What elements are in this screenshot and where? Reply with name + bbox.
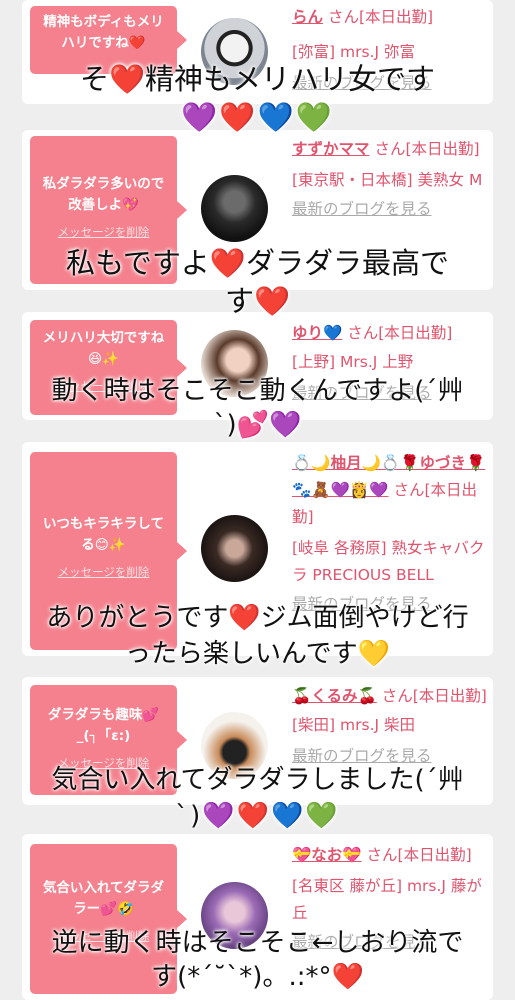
reply-caption: ありがとうです❤️ジム面倒やけど行 ったら楽しいんです💛 bbox=[0, 600, 515, 672]
shop-location: [岐阜 各務原] 熟女キャバクラ PRECIOUS BELL bbox=[292, 539, 485, 584]
message-text: メリハリ大切ですね😆✨ bbox=[42, 330, 165, 367]
message-text: 私ダラダラ多いので改善しよ💖 bbox=[42, 176, 165, 213]
reply-caption-line: 動く時はそこそこ動くんですよ(´艸 bbox=[51, 376, 464, 406]
reply-caption-line: 気合い入れてダラダラしました(´艸 bbox=[51, 765, 464, 795]
reply-caption-line: す(*´˘`*)。.:*°❤️ bbox=[151, 962, 364, 992]
shop-location: [東京駅・日本橋] 美熟女 M bbox=[292, 171, 483, 189]
reply-caption-line: `)💕💜 bbox=[213, 410, 302, 440]
reply-caption-line: ありがとうです❤️ジム面倒やけど行 bbox=[46, 603, 469, 633]
shop-location: [名東区 藤が丘] mrs.J 藤が丘 bbox=[292, 877, 482, 922]
reply-caption-line: 逆に動く時はそこそこ←しおり流で bbox=[51, 928, 464, 958]
user-info: 💍🌙柚月🌙💍🌹ゆづき🌹🐾🧸💜👸💜 さん[本日出勤] [岐阜 各務原] 熟女キャバ… bbox=[292, 450, 488, 618]
message-text: いつもキラキラしてる😊✨ bbox=[42, 516, 165, 553]
reply-caption: そ❤️精神もメリハリ女です 💜❤️💙💚 bbox=[0, 60, 515, 136]
user-info: 🍒くるみ🍒 さん[本日出勤] [柴田] mrs.J 柴田 最新のブログを見る bbox=[292, 683, 488, 770]
avatar[interactable] bbox=[201, 515, 268, 582]
message-text: ダラダラも趣味💕_(┐「ε:) bbox=[47, 707, 160, 744]
reply-caption-line: ったら楽しいんです💛 bbox=[124, 639, 391, 669]
status-text: さん[本日出勤] bbox=[381, 687, 487, 705]
shop-location: [上野] Mrs.J 上野 bbox=[292, 353, 414, 371]
reply-caption-line: 私もですよ❤️ダラダラ最高で bbox=[66, 246, 449, 280]
reply-caption-line: 💜❤️💙💚 bbox=[181, 100, 334, 134]
message-text: 精神もボディもメリハリですね❤️ bbox=[43, 14, 164, 51]
status-text: さん[本日出勤] bbox=[374, 140, 480, 158]
latest-blog-link[interactable]: 最新のブログを見る bbox=[292, 196, 488, 223]
status-text: さん[本日出勤] bbox=[347, 324, 453, 342]
reply-caption: 動く時はそこそこ動くんですよ(´艸 `)💕💜 bbox=[0, 374, 515, 442]
avatar[interactable] bbox=[201, 175, 268, 242]
message-text: 気合い入れてダラダラー💕🤣 bbox=[42, 880, 165, 917]
reply-caption-line: そ❤️精神もメリハリ女です bbox=[79, 62, 436, 96]
delete-message-link[interactable]: メッセージを削除 bbox=[38, 562, 169, 583]
user-info: すずかママ さん[本日出勤] [東京駅・日本橋] 美熟女 M 最新のブログを見る bbox=[292, 136, 488, 223]
delete-message-link[interactable]: メッセージを削除 bbox=[38, 222, 169, 243]
user-name-link[interactable]: 💝なお💝 bbox=[292, 846, 362, 864]
user-name-link[interactable]: 🍒くるみ🍒 bbox=[292, 687, 377, 705]
status-text: さん[本日出勤] bbox=[327, 8, 434, 26]
user-name-link[interactable]: ゆり💙 bbox=[292, 324, 342, 342]
reply-caption-line: `)💜❤️💙💚 bbox=[175, 801, 340, 831]
reply-caption: 気合い入れてダラダラしました(´艸 `)💜❤️💙💚 bbox=[0, 762, 515, 834]
user-name-link[interactable]: らん bbox=[292, 8, 323, 26]
reply-caption: 逆に動く時はそこそこ←しおり流で す(*´˘`*)。.:*°❤️ bbox=[0, 926, 515, 994]
reply-caption: 私もですよ❤️ダラダラ最高で す❤️ bbox=[0, 244, 515, 320]
reply-caption-line: す❤️ bbox=[224, 284, 291, 318]
user-name-link[interactable]: すずかママ bbox=[292, 140, 370, 158]
status-text: さん[本日出勤] bbox=[366, 846, 472, 864]
shop-location: [柴田] mrs.J 柴田 bbox=[292, 716, 415, 734]
